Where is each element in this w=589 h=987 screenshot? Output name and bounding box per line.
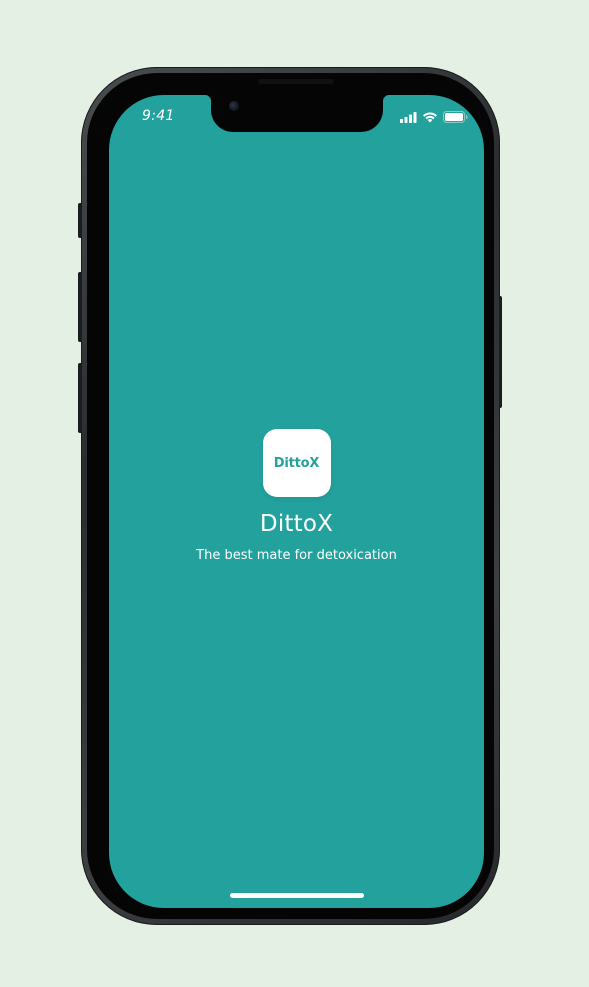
battery-icon	[443, 111, 468, 123]
cellular-signal-icon	[400, 111, 417, 123]
status-icons	[400, 111, 468, 123]
home-indicator[interactable]	[230, 893, 364, 898]
front-camera	[229, 101, 239, 111]
notch	[205, 95, 389, 132]
phone-bezel: 9:41 DittoX DittoX The best mate for det…	[87, 73, 494, 919]
app-logo: DittoX	[262, 429, 331, 497]
splash-content: DittoX DittoX The best mate for detoxica…	[109, 429, 484, 563]
app-logo-text: DittoX	[273, 455, 320, 471]
app-tagline: The best mate for detoxication	[196, 548, 397, 563]
status-time: 9:41	[142, 108, 175, 124]
phone-frame: 9:41 DittoX DittoX The best mate for det…	[81, 67, 500, 925]
device-mockup-stage: 9:41 DittoX DittoX The best mate for det…	[0, 0, 589, 987]
speaker-grille	[258, 79, 334, 84]
splash-screen: 9:41 DittoX DittoX The best mate for det…	[109, 95, 484, 908]
app-name: DittoX	[259, 511, 334, 537]
wifi-icon	[422, 111, 438, 123]
